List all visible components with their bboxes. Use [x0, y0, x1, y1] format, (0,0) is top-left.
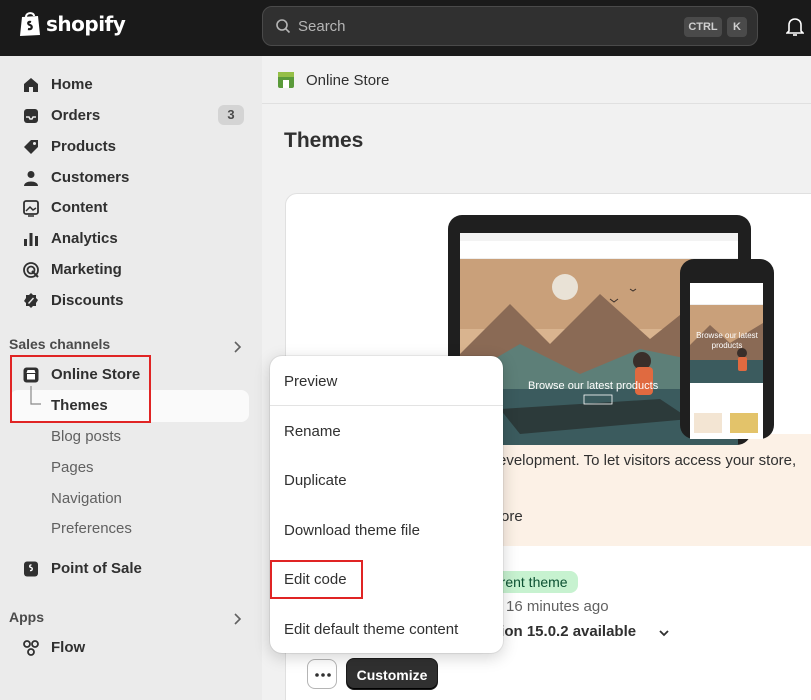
- search-bar[interactable]: Search CTRL K: [262, 6, 758, 46]
- sidebar-item-navigation[interactable]: Navigation: [10, 483, 250, 513]
- sidebar-item-label: Content: [51, 198, 108, 216]
- sidebar-item-blog-posts[interactable]: Blog posts: [10, 421, 250, 451]
- sidebar-item-label: Discounts: [51, 291, 124, 309]
- sidebar-item-label: Marketing: [51, 260, 122, 278]
- sidebar-item-label: Flow: [51, 638, 86, 656]
- chevron-down-icon[interactable]: [658, 628, 670, 638]
- bell-icon[interactable]: [786, 17, 804, 37]
- sidebar-item-preferences[interactable]: Preferences: [10, 513, 250, 543]
- orders-count-badge: 3: [218, 105, 244, 125]
- inbox-icon: [24, 109, 38, 123]
- sidebar-item-analytics[interactable]: Analytics: [10, 223, 250, 253]
- sidebar-item-home[interactable]: Home: [10, 69, 250, 99]
- phone-screen: Browse our latest products: [690, 283, 763, 439]
- search-icon: [276, 19, 291, 34]
- discount-icon: [24, 293, 38, 308]
- sidebar-item-pages[interactable]: Pages: [10, 452, 250, 482]
- brand-name: shopify: [46, 12, 126, 36]
- sidebar-item-products[interactable]: Products: [10, 131, 250, 161]
- image-icon: [23, 200, 39, 217]
- store-header: [460, 241, 738, 259]
- shopify-logo[interactable]: shopify: [18, 10, 126, 38]
- shopify-bag-icon: [20, 12, 40, 36]
- sidebar-item-label: Pages: [51, 458, 94, 476]
- more-actions-button[interactable]: [307, 659, 337, 689]
- sales-channels-heading: Sales channels: [9, 336, 111, 352]
- hero-heading: Browse our latest products: [528, 380, 659, 392]
- highlight-box: [10, 355, 151, 423]
- sidebar-item-marketing[interactable]: Marketing: [10, 254, 250, 284]
- sidebar-item-customers[interactable]: Customers: [10, 162, 250, 192]
- target-icon: [23, 262, 39, 278]
- menu-item-duplicate[interactable]: Duplicate: [284, 472, 347, 489]
- menu-item-rename[interactable]: Rename: [284, 423, 341, 440]
- page-breadcrumb: Online Store: [306, 72, 390, 89]
- home-icon: [24, 78, 38, 92]
- sidebar-item-label: Navigation: [51, 489, 122, 507]
- sidebar-item-label: Home: [51, 75, 93, 93]
- menu-item-preview[interactable]: Preview: [284, 373, 337, 390]
- chevron-right-icon[interactable]: [232, 612, 242, 626]
- sidebar-item-label: Blog posts: [51, 427, 122, 445]
- sidebar-item-content[interactable]: Content: [10, 192, 250, 222]
- sidebar-item-label: Preferences: [51, 519, 132, 537]
- phone-preview: Browse our latest products: [680, 259, 774, 439]
- page-header: Online Store: [262, 56, 811, 104]
- menu-item-download-theme-file[interactable]: Download theme file: [284, 522, 420, 539]
- sidebar-item-label: Customers: [51, 168, 130, 186]
- sidebar-item-point-of-sale[interactable]: Point of Sale: [10, 553, 250, 583]
- theme-actions-menu: Preview Rename Duplicate Download theme …: [270, 356, 503, 653]
- customize-button[interactable]: Customize: [346, 658, 438, 690]
- edit-code-highlight-box: [270, 560, 363, 599]
- bar-chart-icon: [24, 233, 38, 246]
- sidebar-item-label: Products: [51, 137, 117, 155]
- sidebar-item-label: Point of Sale: [51, 559, 142, 577]
- banner-text: evelopment. To let visitors access your …: [498, 452, 797, 469]
- apps-heading: Apps: [9, 609, 44, 625]
- version-available-text[interactable]: rsion 15.0.2 available: [486, 623, 636, 640]
- sidebar-item-label: Orders: [51, 106, 101, 124]
- tag-icon: [24, 140, 38, 154]
- search-placeholder: Search: [298, 18, 346, 35]
- sidebar-item-discounts[interactable]: Discounts: [10, 285, 250, 315]
- product-thumb: [730, 413, 758, 433]
- flow-icon: [23, 640, 39, 656]
- shortcut-k-key: K: [727, 17, 747, 37]
- sidebar: Home Orders 3 Products Customers Content…: [0, 56, 262, 700]
- online-store-icon: [278, 72, 294, 88]
- shortcut-ctrl-key: CTRL: [684, 17, 722, 37]
- person-icon: [24, 171, 38, 186]
- sidebar-item-orders[interactable]: Orders 3: [10, 100, 250, 130]
- pos-icon: [24, 561, 38, 577]
- announcement-bar: [460, 233, 738, 241]
- phone-hero-heading: Browse our latest products: [696, 331, 758, 350]
- last-saved-time: 16 minutes ago: [506, 598, 609, 615]
- menu-item-edit-default-theme-content[interactable]: Edit default theme content: [284, 621, 458, 638]
- sidebar-item-label: Analytics: [51, 229, 118, 247]
- phone-header: [690, 283, 763, 305]
- ellipsis-icon: [315, 673, 331, 677]
- menu-divider: [270, 405, 503, 406]
- top-bar: shopify Search CTRL K: [0, 0, 811, 56]
- chevron-right-icon[interactable]: [232, 340, 242, 354]
- sidebar-item-flow[interactable]: Flow: [10, 632, 250, 662]
- page-title: Themes: [284, 129, 364, 152]
- product-thumb: [694, 413, 722, 433]
